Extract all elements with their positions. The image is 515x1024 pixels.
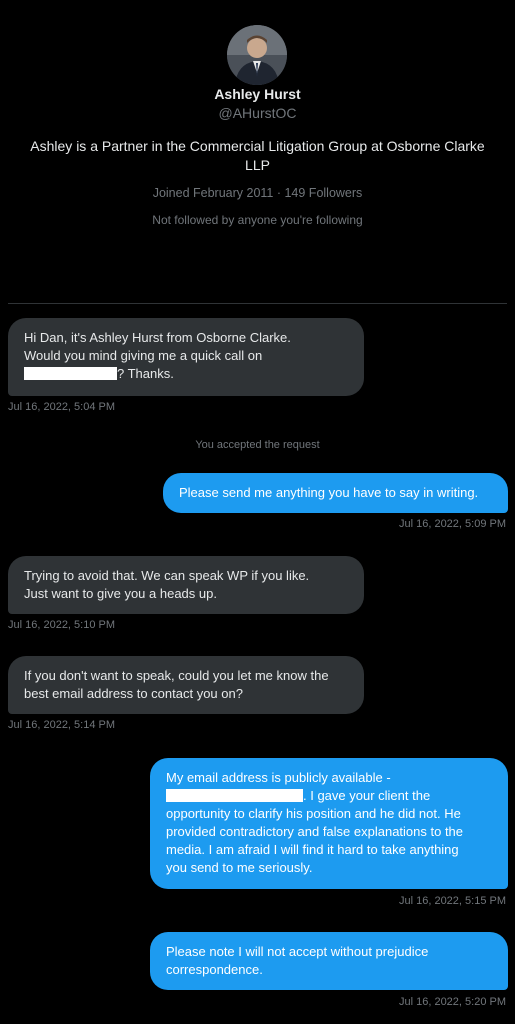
message-text-fragment: ? Thanks. bbox=[117, 366, 174, 381]
avatar-photo bbox=[227, 25, 287, 85]
message-timestamp: Jul 16, 2022, 5:10 PM bbox=[8, 619, 116, 631]
message-bubble-incoming[interactable]: If you don't want to speak, could you le… bbox=[8, 656, 364, 714]
message-text-line: Please send me anything you have to say … bbox=[179, 485, 479, 500]
message-text-line: provided contradictory and false explana… bbox=[166, 824, 464, 839]
message-timestamp: Jul 16, 2022, 5:14 PM bbox=[8, 719, 116, 731]
divider bbox=[8, 303, 507, 304]
redaction-box bbox=[24, 367, 117, 380]
profile-meta: Joined February 2011 · 149 Followers bbox=[152, 186, 363, 200]
message-timestamp: Jul 16, 2022, 5:15 PM bbox=[398, 895, 506, 907]
message-timestamp: Jul 16, 2022, 5:09 PM bbox=[398, 518, 506, 530]
followed-by-note: Not followed by anyone you're following bbox=[152, 213, 363, 227]
message-timestamp: Jul 16, 2022, 5:04 PM bbox=[8, 401, 116, 413]
message-bubble-outgoing[interactable]: Please note I will not accept without pr… bbox=[150, 932, 508, 990]
message-text-line: Please note I will not accept without pr… bbox=[166, 944, 429, 959]
profile-handle[interactable]: @AHurstOC bbox=[0, 105, 515, 121]
message-text-line: If you don't want to speak, could you le… bbox=[24, 668, 329, 683]
message-bubble-incoming[interactable]: Trying to avoid that. We can speak WP if… bbox=[8, 556, 364, 614]
message-text-fragment: . I gave your client the bbox=[303, 788, 431, 803]
message-text-line: opportunity to clarify his position and … bbox=[166, 806, 461, 821]
message-text-line: Hi Dan, it's Ashley Hurst from Osborne C… bbox=[24, 330, 291, 345]
message-text-line: My email address is publicly available - bbox=[166, 770, 391, 785]
message-text-line: ? Thanks. bbox=[24, 365, 348, 383]
profile-name[interactable]: Ashley Hurst bbox=[0, 86, 515, 102]
message-text-line: Trying to avoid that. We can speak WP if… bbox=[24, 568, 310, 583]
message-bubble-outgoing[interactable]: My email address is publicly available -… bbox=[150, 758, 508, 889]
avatar[interactable] bbox=[227, 25, 287, 85]
message-text-line: Just want to give you a heads up. bbox=[24, 586, 217, 601]
message-bubble-outgoing[interactable]: Please send me anything you have to say … bbox=[163, 473, 508, 513]
message-text-line: . I gave your client the bbox=[166, 787, 492, 805]
redaction-box bbox=[166, 789, 303, 802]
request-accepted-notice: You accepted the request bbox=[195, 439, 320, 451]
message-timestamp: Jul 16, 2022, 5:20 PM bbox=[398, 996, 506, 1008]
message-text-line: correspondence. bbox=[166, 962, 263, 977]
message-text-line: best email address to contact you on? bbox=[24, 686, 243, 701]
profile-bio: Ashley is a Partner in the Commercial Li… bbox=[30, 138, 485, 173]
message-text-line: media. I am afraid I will find it hard t… bbox=[166, 842, 459, 857]
message-text-line: Would you mind giving me a quick call on bbox=[24, 348, 263, 363]
message-text-line: you send to me seriously. bbox=[166, 860, 313, 875]
message-bubble-incoming[interactable]: Hi Dan, it's Ashley Hurst from Osborne C… bbox=[8, 318, 364, 396]
